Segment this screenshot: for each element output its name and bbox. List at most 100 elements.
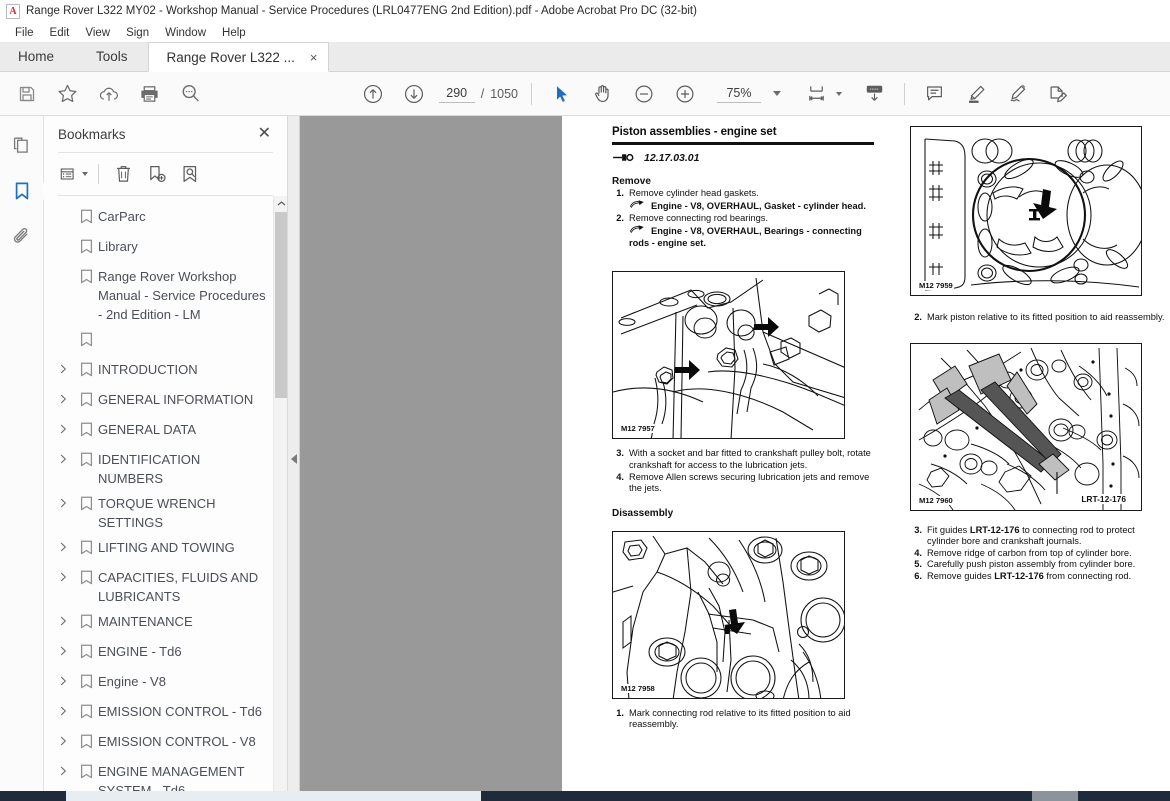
step-text: Fit guides LRT-12-176 to connecting rod … [927,524,1135,547]
comment-icon[interactable] [914,73,955,115]
window-title: Range Rover L322 MY02 - Workshop Manual … [26,5,697,17]
chevron-right-icon[interactable] [52,390,74,404]
sign-icon[interactable] [996,73,1037,115]
highlight-icon[interactable] [955,73,996,115]
bookmark-item[interactable]: EMISSION CONTROL - V8 [52,729,271,759]
bookmark-label: EMISSION CONTROL - Td6 [98,704,262,719]
attachments-icon[interactable] [7,222,37,252]
page-thumbnails-icon[interactable] [7,130,37,160]
page-number-input[interactable] [438,84,475,103]
chevron-right-icon[interactable] [52,494,74,508]
chevron-right-icon[interactable] [52,702,74,716]
delete-bookmark-icon[interactable] [108,159,139,189]
chevron-right-icon[interactable] [52,538,74,552]
taskbar-tray[interactable] [1032,791,1078,801]
bookmark-item[interactable]: ENGINE - Td6 [52,639,271,669]
menu-edit[interactable]: Edit [43,25,79,41]
chevron-right-icon[interactable] [52,450,74,464]
bookmarks-header: Bookmarks ✕ [44,116,287,152]
menu-window[interactable]: Window [158,25,215,41]
close-tab-icon[interactable]: × [307,51,321,64]
bookmark-item[interactable]: CarParc [52,204,271,234]
previous-page-icon[interactable] [353,73,394,115]
menu-help[interactable]: Help [215,25,255,41]
fill-and-sign-icon[interactable] [1037,73,1078,115]
bookmark-item[interactable]: CAPACITIES, FLUIDS AND LUBRICANTS [52,565,271,609]
bookmark-icon [74,702,98,719]
step-number: 5. [914,559,922,570]
page-scroll-icon[interactable] [854,73,895,115]
tab-home[interactable]: Home [0,42,77,71]
bookmark-item[interactable]: MAINTENANCE [52,609,271,639]
chevron-right-icon[interactable] [52,612,74,626]
procedure-step: 3. With a socket and bar fitted to cranks… [612,448,874,471]
taskbar-right [1078,791,1170,801]
search-icon[interactable] [170,73,211,115]
figure-m12-7958: M12 7958 [612,530,845,699]
bookmark-item[interactable]: GENERAL INFORMATION [52,387,271,417]
menu-sign[interactable]: Sign [119,25,158,41]
hand-icon[interactable] [582,73,623,115]
bookmark-item[interactable]: TORQUE WRENCH SETTINGS [52,491,271,535]
bookmarks-list[interactable]: CarParc Library Range Rover Workshop Manua… [44,196,287,801]
bookmark-item[interactable]: Library [52,234,271,264]
spanner-icon [613,153,634,162]
cursor-arrow-icon[interactable] [541,73,582,115]
step-number: 4. [616,471,624,482]
close-panel-icon[interactable]: ✕ [254,124,275,144]
next-page-icon[interactable] [394,73,435,115]
bookmark-label: INTRODUCTION [98,362,198,377]
bookmarks-icon[interactable] [7,176,37,206]
chevron-right-icon[interactable] [52,642,74,656]
document-viewport[interactable]: Piston assemblies - engine set 12.17.03.… [300,116,1170,801]
chevron-right-icon[interactable] [52,420,74,434]
print-icon[interactable] [129,73,170,115]
zoom-in-icon[interactable] [664,73,705,115]
bookmark-item[interactable]: EMISSION CONTROL - Td6 [52,699,271,729]
fit-page-chevron-icon[interactable] [836,91,842,96]
procedure-step: 1. Mark connecting rod relative to its fi… [612,708,874,731]
new-bookmark-icon[interactable] [141,159,172,189]
chevron-right-icon[interactable] [52,568,74,582]
figure-m12-7958-caption: M12 7958 [620,683,656,693]
bookmark-item[interactable]: Range Rover Workshop Manual - Service Pr… [52,264,271,327]
chevron-right-icon[interactable] [52,732,74,746]
bookmark-item[interactable]: GENERAL DATA [52,417,271,447]
cloud-upload-icon[interactable] [88,73,129,115]
chevron-right-icon[interactable] [52,672,74,686]
bookmark-item[interactable]: LIFTING AND TOWING [52,535,271,565]
step-number: 6. [914,570,922,581]
bookmark-label: Engine - V8 [98,674,166,689]
bookmark-item[interactable]: Engine - V8 [52,669,271,699]
chevron-right-icon[interactable] [52,762,74,776]
scrollbar-thumb[interactable] [275,212,287,398]
bookmark-label: Range Rover Workshop Manual - Service Pr… [98,269,266,322]
save-icon[interactable] [6,73,47,115]
collapse-panel-handle[interactable] [288,116,300,801]
star-icon[interactable] [47,73,88,115]
bookmark-item[interactable] [52,327,271,357]
zoom-level-input[interactable] [717,84,761,103]
tab-tools[interactable]: Tools [76,42,148,71]
tab-document[interactable]: Range Rover L322 ... × [147,42,330,72]
menu-file[interactable]: File [8,25,43,41]
bookmark-item[interactable]: IDENTIFICATION NUMBERS [52,447,271,491]
taskbar-middle [481,791,1032,801]
zoom-dropdown-chevron-icon[interactable] [773,91,781,96]
toolbar-divider-1 [531,82,532,105]
bookmark-item[interactable]: INTRODUCTION [52,357,271,387]
zoom-out-icon[interactable] [623,73,664,115]
step-number: 3. [914,524,922,535]
title-bar: Range Rover L322 MY02 - Workshop Manual … [0,0,1170,22]
chevron-right-icon[interactable] [52,360,74,374]
figure-m12-7957-caption: M12 7957 [620,424,656,434]
fit-page-icon[interactable] [799,73,833,115]
scroll-up-icon[interactable] [274,196,287,210]
menu-view[interactable]: View [78,25,119,41]
taskbar-window-button[interactable] [66,791,481,801]
bookmarks-scrollbar[interactable] [273,196,287,801]
bookmark-options-chevron-icon[interactable] [82,172,88,176]
bookmark-options-icon[interactable] [58,159,89,189]
bookmarks-toolbar [44,153,287,195]
find-bookmark-icon[interactable] [174,159,205,189]
